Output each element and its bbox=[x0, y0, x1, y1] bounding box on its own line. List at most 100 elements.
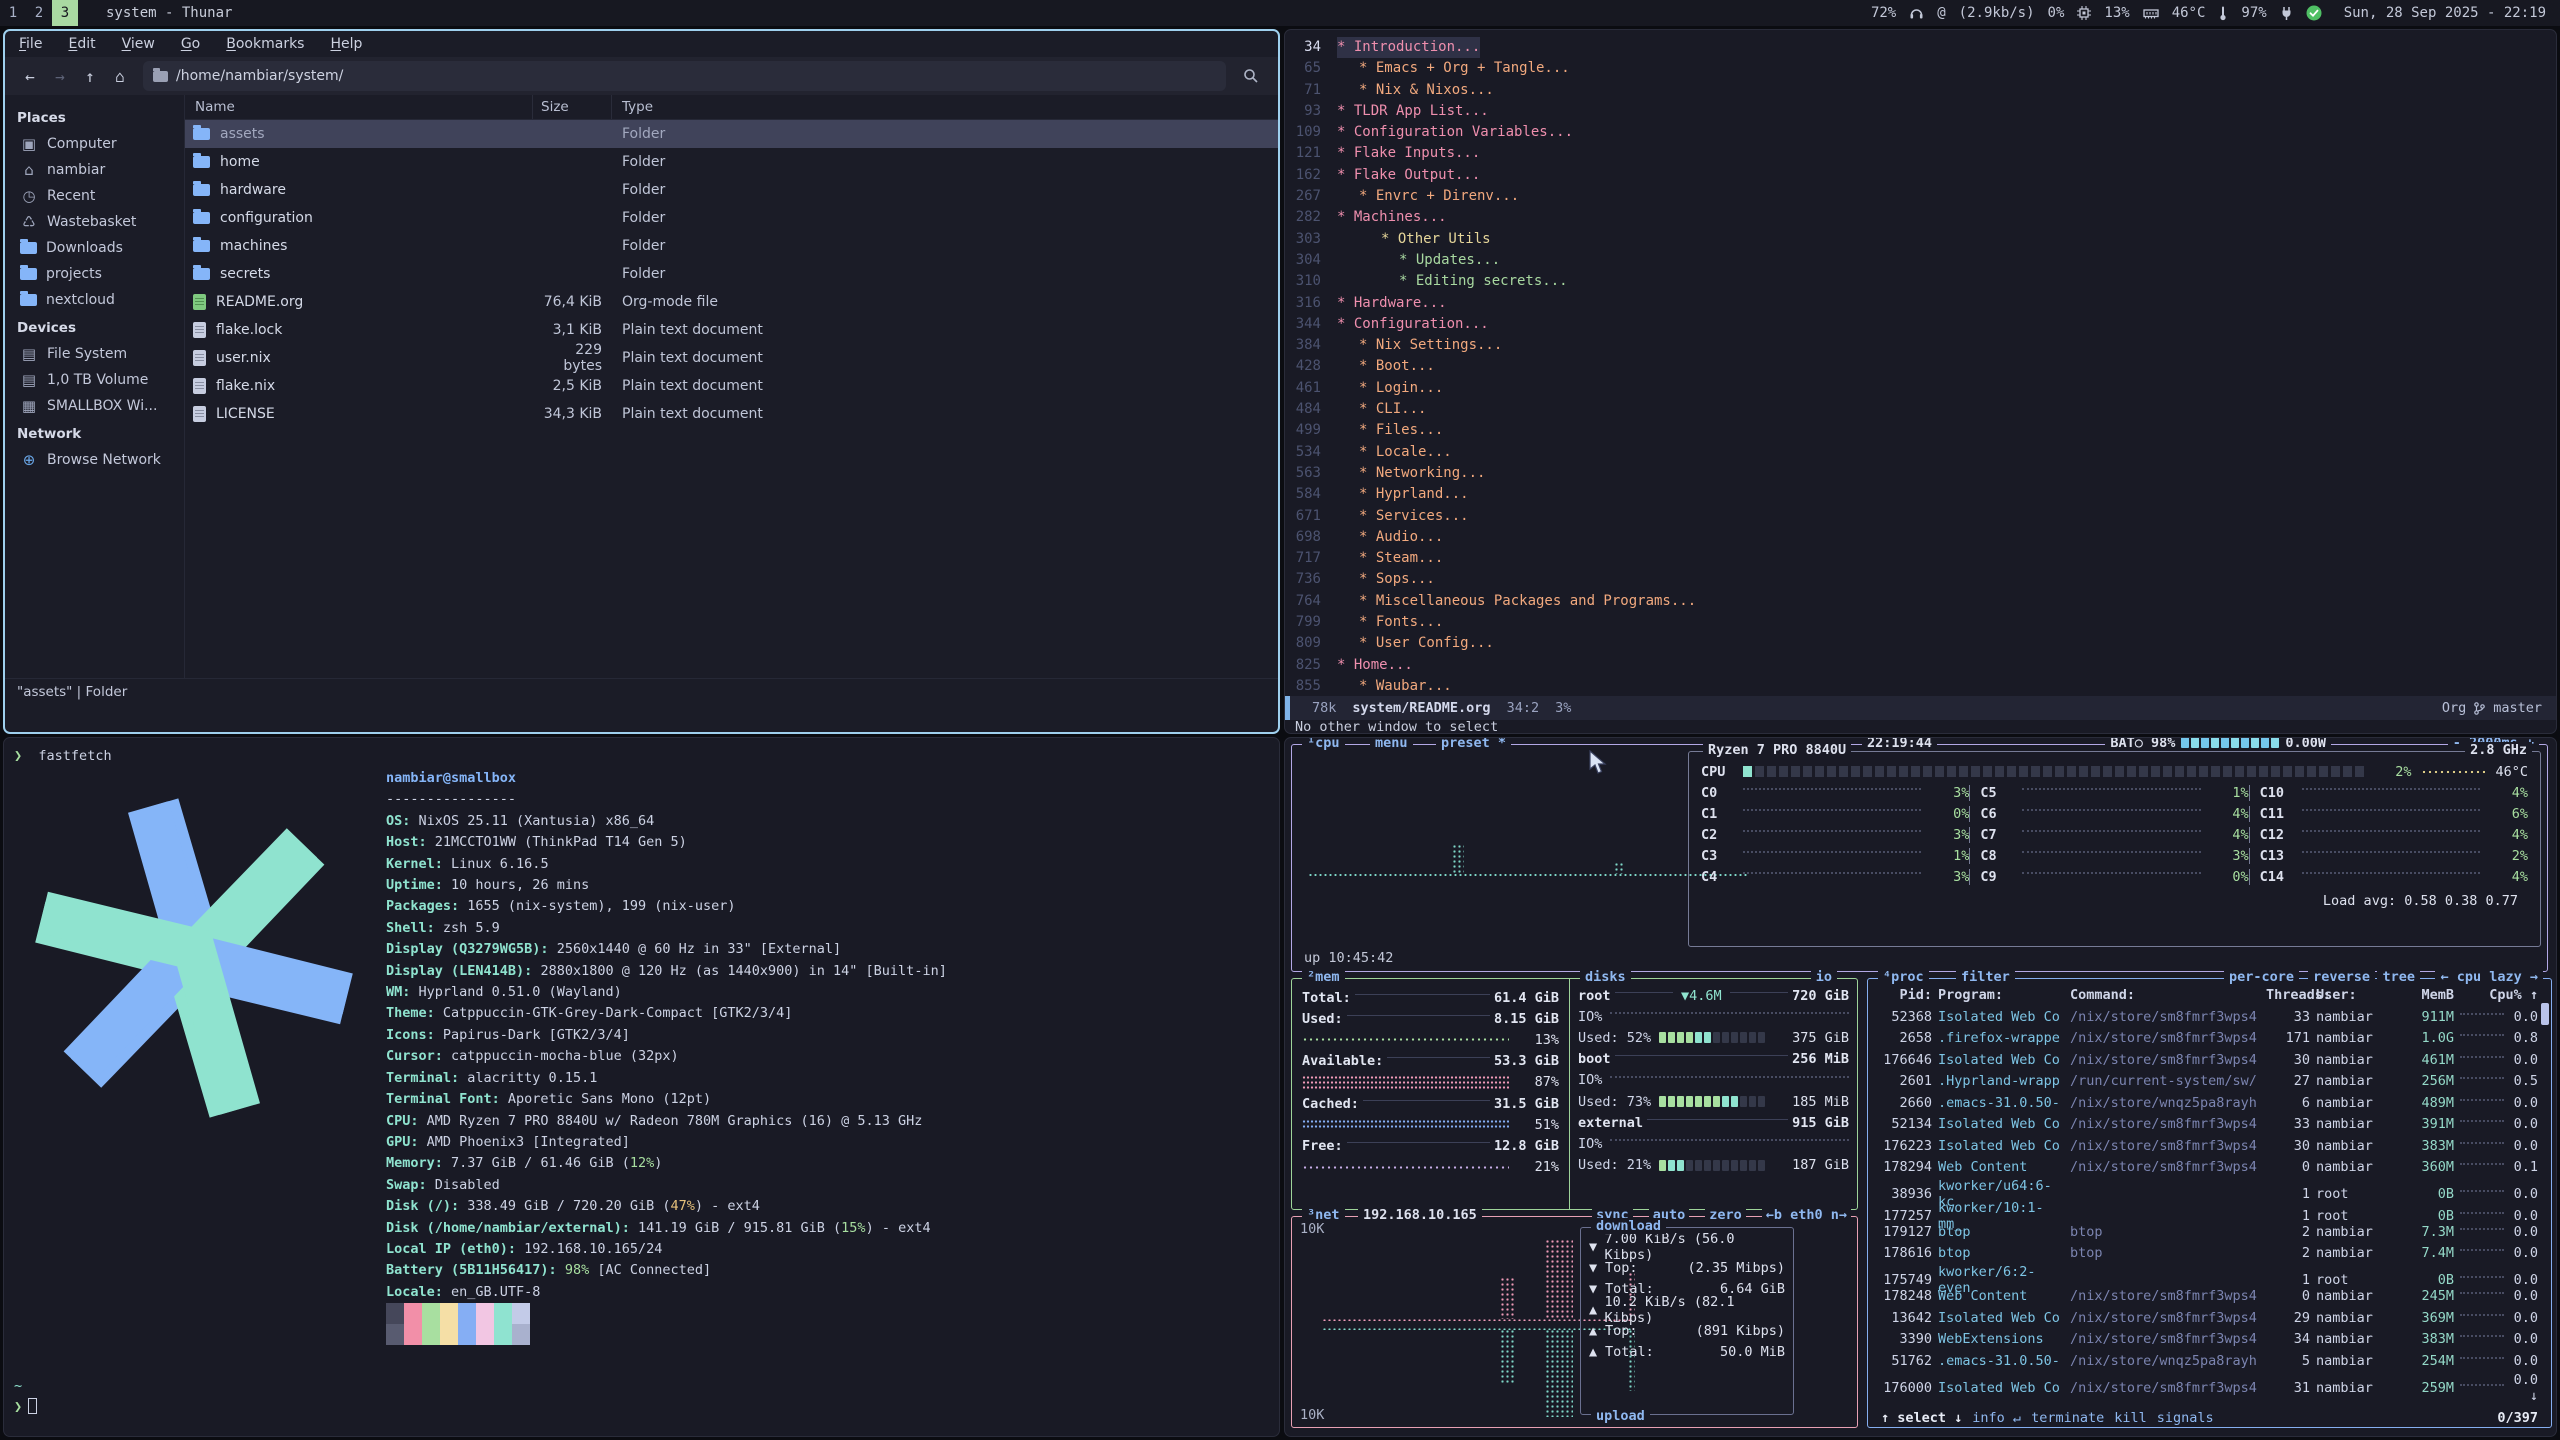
header-command[interactable]: Command: bbox=[2070, 987, 2260, 1003]
sidebar-item-downloads[interactable]: Downloads bbox=[5, 235, 184, 261]
org-line[interactable]: 303* Other Utils bbox=[1285, 229, 2556, 250]
process-row[interactable]: 51762.emacs-31.0.50-/nix/store/wnqz5pa8r… bbox=[1868, 1350, 2551, 1372]
process-row[interactable]: 38936kworker/u64:6-kc1root0B0.0 bbox=[1868, 1178, 2551, 1200]
tab-disks[interactable]: disks bbox=[1580, 969, 1631, 985]
proc-tree[interactable]: tree bbox=[2377, 969, 2420, 985]
process-row[interactable]: 13642Isolated Web Co/nix/store/sm8fmrf3w… bbox=[1868, 1307, 2551, 1329]
sidebar-item-smallbox-wi-[interactable]: ▦SMALLBOX Wi... bbox=[5, 393, 184, 419]
org-line[interactable]: 584* Hyprland... bbox=[1285, 484, 2556, 505]
menu-edit[interactable]: Edit bbox=[68, 36, 95, 52]
process-row[interactable]: 2601.Hyprland-wrapp/run/current-system/s… bbox=[1868, 1071, 2551, 1093]
sidebar-item-nambiar[interactable]: ⌂nambiar bbox=[5, 157, 184, 183]
org-line[interactable]: 65* Emacs + Org + Tangle... bbox=[1285, 58, 2556, 79]
header-program[interactable]: Program: bbox=[1938, 987, 2064, 1003]
org-line[interactable]: 71* Nix & Nixos... bbox=[1285, 80, 2556, 101]
sidebar-item-computer[interactable]: ▣Computer bbox=[5, 131, 184, 157]
file-row[interactable]: LICENSE34,3 KiBPlain text document bbox=[185, 400, 1278, 428]
sidebar-item-recent[interactable]: ◷Recent bbox=[5, 183, 184, 209]
org-line[interactable]: 764* Miscellaneous Packages and Programs… bbox=[1285, 591, 2556, 612]
org-line[interactable]: 162* Flake Output... bbox=[1285, 165, 2556, 186]
process-row[interactable]: 179127btopbtop2nambiar7.3M0.0 bbox=[1868, 1221, 2551, 1243]
org-line[interactable]: 736* Sops... bbox=[1285, 569, 2556, 590]
header-cpu[interactable]: Cpu% ↑ bbox=[2460, 987, 2538, 1003]
proc-reverse[interactable]: reverse bbox=[2308, 969, 2375, 985]
process-row[interactable]: 175749kworker/6:2-even1root0B0.0 bbox=[1868, 1264, 2551, 1286]
sidebar-item-1-0-tb-volume[interactable]: ▤1,0 TB Volume bbox=[5, 367, 184, 393]
file-row[interactable]: secretsFolder bbox=[185, 260, 1278, 288]
org-line[interactable]: 534* Locale... bbox=[1285, 442, 2556, 463]
menu-go[interactable]: Go bbox=[181, 36, 200, 52]
org-line[interactable]: 109* Configuration Variables... bbox=[1285, 122, 2556, 143]
header-mem[interactable]: MemB bbox=[2396, 987, 2454, 1003]
proc-action-2[interactable]: kill bbox=[2109, 1410, 2152, 1426]
proc-sort[interactable]: ← cpu lazy → bbox=[2435, 969, 2543, 985]
workspace-2[interactable]: 2 bbox=[26, 0, 52, 26]
sidebar-item-wastebasket[interactable]: ♺Wastebasket bbox=[5, 209, 184, 235]
tab-menu[interactable]: menu bbox=[1370, 737, 1413, 751]
org-line[interactable]: 344* Configuration... bbox=[1285, 314, 2556, 335]
workspace-1[interactable]: 1 bbox=[0, 0, 26, 26]
net-option-3[interactable]: ←b eth0 n→ bbox=[1762, 1207, 1851, 1223]
file-row[interactable]: assetsFolder bbox=[185, 120, 1278, 148]
file-row[interactable]: hardwareFolder bbox=[185, 176, 1278, 204]
process-row[interactable]: 176646Isolated Web Co/nix/store/sm8fmrf3… bbox=[1868, 1049, 2551, 1071]
org-line[interactable]: 499* Files... bbox=[1285, 420, 2556, 441]
org-line[interactable]: 93* TLDR App List... bbox=[1285, 101, 2556, 122]
proc-action-3[interactable]: signals bbox=[2152, 1410, 2219, 1426]
org-line[interactable]: 34* Introduction... bbox=[1285, 37, 2556, 58]
org-line[interactable]: 855* Waubar... bbox=[1285, 676, 2556, 697]
file-row[interactable]: flake.nix2,5 KiBPlain text document bbox=[185, 372, 1278, 400]
process-row[interactable]: 2660.emacs-31.0.50-/nix/store/wnqz5pa8ra… bbox=[1868, 1092, 2551, 1114]
org-line[interactable]: 121* Flake Inputs... bbox=[1285, 143, 2556, 164]
process-row[interactable]: 177257kworker/10:1-mm_1root0B0.0 bbox=[1868, 1200, 2551, 1222]
tab-proc[interactable]: ⁴proc bbox=[1878, 969, 1929, 985]
org-line[interactable]: 304* Updates... bbox=[1285, 250, 2556, 271]
process-row[interactable]: 52134Isolated Web Co/nix/store/sm8fmrf3w… bbox=[1868, 1114, 2551, 1136]
org-line[interactable]: 809* User Config... bbox=[1285, 633, 2556, 654]
file-row[interactable]: machinesFolder bbox=[185, 232, 1278, 260]
org-line[interactable]: 698* Audio... bbox=[1285, 527, 2556, 548]
org-line[interactable]: 799* Fonts... bbox=[1285, 612, 2556, 633]
proc-select-hint[interactable]: ↑ select ↓ bbox=[1876, 1410, 1967, 1426]
shell-prompt[interactable]: ❯ bbox=[14, 1397, 37, 1418]
file-row[interactable]: configurationFolder bbox=[185, 204, 1278, 232]
org-line[interactable]: 316* Hardware... bbox=[1285, 293, 2556, 314]
path-bar[interactable]: /home/nambiar/system/ bbox=[143, 61, 1226, 91]
home-button[interactable]: ⌂ bbox=[105, 62, 135, 90]
sidebar-item-nextcloud[interactable]: nextcloud bbox=[5, 287, 184, 313]
back-button[interactable]: ← bbox=[15, 62, 45, 90]
org-line[interactable]: 563* Networking... bbox=[1285, 463, 2556, 484]
up-button[interactable]: ↑ bbox=[75, 62, 105, 90]
tab-io[interactable]: io bbox=[1811, 969, 1837, 985]
org-line[interactable]: 671* Services... bbox=[1285, 506, 2556, 527]
process-row[interactable]: 178616btopbtop2nambiar7.4M0.0 bbox=[1868, 1243, 2551, 1265]
process-row[interactable]: 2658.firefox-wrappe/nix/store/sm8fmrf3wp… bbox=[1868, 1028, 2551, 1050]
process-row[interactable]: 176223Isolated Web Co/nix/store/sm8fmrf3… bbox=[1868, 1135, 2551, 1157]
header-threads[interactable]: Threads: bbox=[2266, 987, 2310, 1003]
tab-cpu[interactable]: ¹cpu bbox=[1302, 737, 1345, 751]
sidebar-item-file-system[interactable]: ▤File System bbox=[5, 341, 184, 367]
column-size[interactable]: Size bbox=[533, 95, 612, 119]
process-row[interactable]: 178248Web Content/nix/store/sm8fmrf3wps4… bbox=[1868, 1286, 2551, 1308]
sidebar-item-browse-network[interactable]: ⊕Browse Network bbox=[5, 447, 184, 473]
proc-per-core[interactable]: per-core bbox=[2224, 969, 2299, 985]
process-row[interactable]: 176000Isolated Web Co/nix/store/sm8fmrf3… bbox=[1868, 1372, 2551, 1394]
process-row[interactable]: 3390WebExtensions/nix/store/sm8fmrf3wps4… bbox=[1868, 1329, 2551, 1351]
proc-action-1[interactable]: terminate bbox=[2026, 1410, 2109, 1426]
sidebar-item-projects[interactable]: projects bbox=[5, 261, 184, 287]
net-option-2[interactable]: zero bbox=[1705, 1207, 1746, 1223]
org-line[interactable]: 384* Nix Settings... bbox=[1285, 335, 2556, 356]
org-line[interactable]: 717* Steam... bbox=[1285, 548, 2556, 569]
org-line[interactable]: 267* Envrc + Direnv... bbox=[1285, 186, 2556, 207]
org-line[interactable]: 461* Login... bbox=[1285, 378, 2556, 399]
header-user[interactable]: User: bbox=[2316, 987, 2390, 1003]
org-line[interactable]: 428* Boot... bbox=[1285, 356, 2556, 377]
header-pid[interactable]: Pid: bbox=[1874, 987, 1932, 1003]
file-row[interactable]: flake.lock3,1 KiBPlain text document bbox=[185, 316, 1278, 344]
search-button[interactable] bbox=[1234, 68, 1268, 84]
menu-view[interactable]: View bbox=[122, 36, 155, 52]
file-row[interactable]: user.nix229 bytesPlain text document bbox=[185, 344, 1278, 372]
process-row[interactable]: 52368Isolated Web Co/nix/store/sm8fmrf3w… bbox=[1868, 1006, 2551, 1028]
org-buffer[interactable]: 34* Introduction...65* Emacs + Org + Tan… bbox=[1285, 30, 2556, 697]
org-line[interactable]: 825* Home... bbox=[1285, 655, 2556, 676]
